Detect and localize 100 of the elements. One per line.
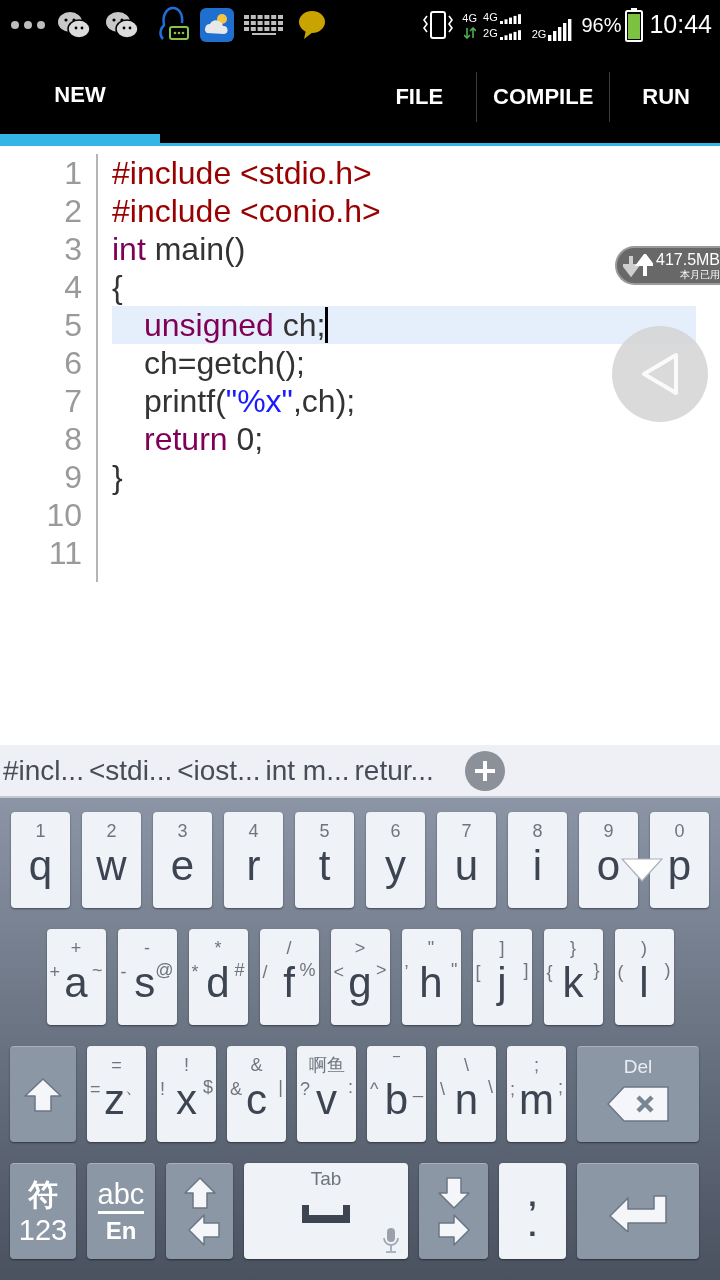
key-hint-label: % bbox=[299, 959, 316, 982]
letter-key[interactable]: > <g> bbox=[330, 929, 390, 1025]
key-hint-label: ] bbox=[499, 937, 505, 959]
letter-key[interactable]: 3 e bbox=[153, 812, 212, 908]
plus-icon bbox=[473, 759, 496, 782]
line-number: 9 bbox=[64, 458, 82, 496]
cursor-down-right-key[interactable] bbox=[419, 1163, 488, 1259]
action-button[interactable]: FILE bbox=[378, 52, 477, 141]
letter-key[interactable]: \ \ n \ bbox=[437, 1046, 496, 1142]
key-hint-label: " bbox=[451, 959, 458, 982]
key-hint-label: + bbox=[49, 961, 60, 984]
letter-key[interactable]: / / f% bbox=[259, 929, 319, 1025]
letter-key[interactable]: ‾ ^b_ bbox=[367, 1046, 426, 1142]
keyboard-icon bbox=[244, 15, 284, 35]
key-hint-label: ; bbox=[510, 1078, 515, 1101]
key-hint-label: & bbox=[250, 1054, 263, 1076]
letter-key[interactable]: 8 i bbox=[508, 812, 567, 908]
line-number: 5 bbox=[64, 306, 82, 344]
key-hint-label: _ bbox=[413, 1076, 423, 1100]
letter-key[interactable]: ) ( l ) bbox=[614, 929, 674, 1025]
letter-key[interactable]: = =z、 bbox=[87, 1046, 146, 1142]
signal-bars-icon bbox=[499, 13, 522, 24]
key-hint-label: * bbox=[191, 961, 199, 984]
vibrate-phone-icon bbox=[421, 10, 456, 40]
shift-key[interactable] bbox=[10, 1046, 76, 1142]
up-down-arrows-icon bbox=[623, 253, 653, 278]
letter-key[interactable]: * * d# bbox=[188, 929, 248, 1025]
key-hint-label: 、 bbox=[125, 1076, 143, 1099]
action-button[interactable]: RUN bbox=[610, 52, 720, 141]
right-arrow-icon bbox=[436, 1213, 471, 1247]
punctuation-key[interactable]: , . bbox=[499, 1163, 566, 1259]
key-hint-label: $ bbox=[203, 1076, 213, 1099]
letter-key[interactable]: ! ! x$ bbox=[157, 1046, 216, 1142]
letter-key[interactable]: & &c | bbox=[227, 1046, 286, 1142]
letter-key[interactable]: 4 r bbox=[224, 812, 283, 908]
cursor-up-left-key[interactable] bbox=[166, 1163, 233, 1259]
letter-key[interactable]: } { k } bbox=[543, 929, 603, 1025]
line-number: 7 bbox=[64, 382, 82, 420]
letter-key[interactable]: 啊鱼 ?v : bbox=[297, 1046, 356, 1142]
up-arrow-icon bbox=[182, 1176, 217, 1210]
letter-key[interactable]: 6 y bbox=[366, 812, 425, 908]
key-hint-label: 4 bbox=[248, 820, 259, 842]
key-hint-label: " bbox=[427, 937, 435, 959]
key-hint-label: 5 bbox=[319, 820, 330, 842]
space-bar-icon bbox=[300, 1205, 352, 1225]
signal-bars-icon bbox=[499, 29, 522, 40]
data-amount: 417.5MB bbox=[656, 250, 720, 269]
signal-bars-icon bbox=[548, 19, 573, 41]
key-hint-label: 7 bbox=[461, 820, 472, 842]
code-line: unsigned ch; bbox=[144, 306, 326, 344]
suggestion-item[interactable]: retur... bbox=[354, 753, 434, 788]
key-hint-label: > bbox=[376, 959, 387, 982]
enter-key[interactable] bbox=[577, 1163, 699, 1259]
letter-key[interactable]: ] [ j ] bbox=[472, 929, 532, 1025]
key-hint-label: ? bbox=[300, 1078, 310, 1101]
letter-key[interactable]: " ’ h " bbox=[401, 929, 461, 1025]
tab[interactable]: NEW bbox=[0, 50, 160, 143]
key-hint-label: 0 bbox=[674, 820, 685, 842]
suggestion-item[interactable]: <iost... bbox=[177, 753, 261, 788]
microphone-icon bbox=[382, 1227, 400, 1253]
key-hint-label: * bbox=[214, 937, 222, 959]
code-line: ch=getch(); bbox=[144, 344, 305, 382]
letter-key[interactable]: + +a~ bbox=[46, 929, 106, 1025]
key-hint-label: ’ bbox=[404, 961, 409, 984]
letter-key[interactable]: 5 t bbox=[295, 812, 354, 908]
letter-key[interactable]: 1 q bbox=[11, 812, 70, 908]
key-hint-label: \ bbox=[464, 1054, 469, 1076]
letter-key[interactable]: 2 w bbox=[82, 812, 141, 908]
network-label: 2G bbox=[483, 26, 498, 40]
key-hint-label: ] bbox=[523, 959, 529, 982]
letter-key[interactable]: 0 p bbox=[650, 812, 709, 908]
key-hint-label: } bbox=[570, 937, 576, 959]
key-hint-label: / bbox=[262, 961, 268, 984]
key-hint-label: # bbox=[234, 959, 245, 982]
line-number: 11 bbox=[48, 534, 82, 572]
letter-key[interactable]: 9 o bbox=[579, 812, 638, 908]
letter-key[interactable]: - - s@ bbox=[117, 929, 177, 1025]
suggestion-item[interactable]: int m... bbox=[265, 753, 350, 788]
key-hint-label: ( bbox=[617, 961, 624, 984]
add-button[interactable] bbox=[464, 750, 505, 791]
action-button[interactable]: COMPILE bbox=[477, 52, 610, 141]
key-hint-label: ) bbox=[641, 937, 647, 959]
key-hint-label: \ bbox=[440, 1078, 445, 1101]
popup-pointer-icon bbox=[621, 858, 663, 882]
letter-key[interactable]: 7 u bbox=[437, 812, 496, 908]
down-arrow-icon bbox=[436, 1176, 471, 1210]
data-usage-pill[interactable]: 417.5MB 本月已用 bbox=[615, 246, 720, 285]
code-line: #include <stdio.h> bbox=[112, 154, 372, 192]
key-hint-label: & bbox=[230, 1078, 242, 1101]
key-hint-label: 2 bbox=[106, 820, 117, 842]
key-hint-label: ) bbox=[664, 959, 671, 982]
line-number: 3 bbox=[64, 230, 82, 268]
code-line: printf("%x",ch); bbox=[144, 382, 356, 420]
suggestion-item[interactable]: #incl... bbox=[3, 753, 84, 788]
line-number: 8 bbox=[64, 420, 82, 458]
suggestion-item[interactable]: <stdi... bbox=[88, 753, 173, 788]
code-line: } bbox=[112, 458, 123, 496]
letter-key[interactable]: ; ;m; bbox=[507, 1046, 566, 1142]
space-key[interactable]: Tab bbox=[244, 1163, 408, 1259]
code-line: return 0; bbox=[144, 420, 264, 458]
